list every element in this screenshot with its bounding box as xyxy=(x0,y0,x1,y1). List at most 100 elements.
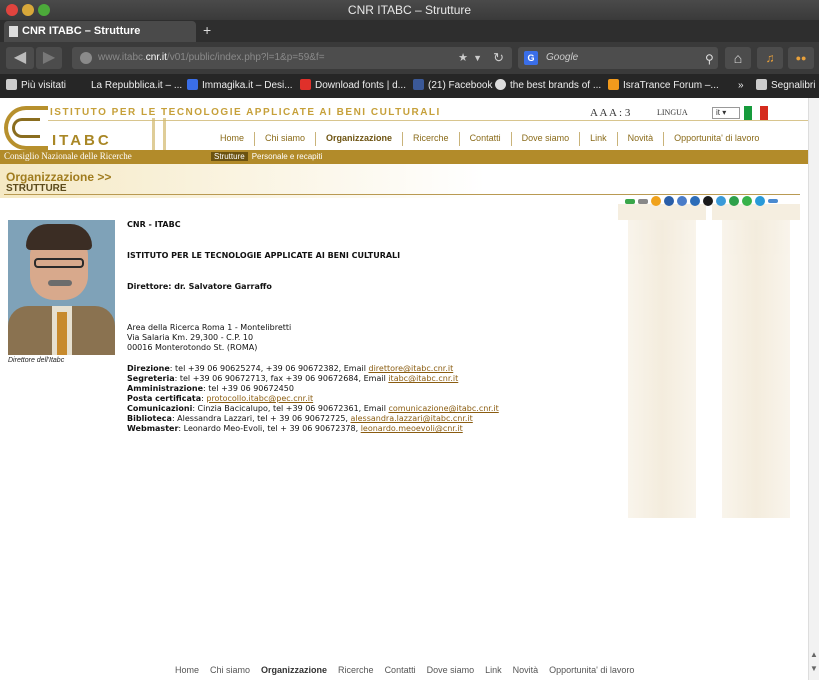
lingua-label: LINGUA xyxy=(657,108,688,117)
extension-button-2[interactable]: ●● xyxy=(788,47,814,69)
contact-segreteria: Segreteria: tel +39 06 90672713, fax +39… xyxy=(127,374,459,383)
extension-button[interactable]: ♫ xyxy=(757,47,783,69)
italian-flag-icon[interactable] xyxy=(744,106,768,120)
language-select[interactable]: it ▾ xyxy=(712,107,740,119)
star-icon[interactable] xyxy=(651,196,661,206)
subnav-personale[interactable]: Personale e recapiti xyxy=(252,152,323,161)
site-header: ITABC ISTITUTO PER LE TECNOLOGIE APPLICA… xyxy=(0,98,808,164)
url-path: /v01/public/index.php?l=1&p=59&f= xyxy=(166,52,325,63)
photo-caption: Direttore dell'Itabc xyxy=(8,357,65,364)
back-button[interactable]: ◀ xyxy=(6,47,34,69)
contact-webmaster: Webmaster: Leonardo Meo-Evoli, tel + 39 … xyxy=(127,424,463,433)
footer-contatti[interactable]: Contatti xyxy=(385,665,416,675)
close-window-button[interactable] xyxy=(6,4,18,16)
stumble-icon[interactable] xyxy=(729,196,739,206)
column-icon xyxy=(152,118,166,152)
logo-text: ITABC xyxy=(52,132,112,149)
bookmark-segnalibri[interactable]: Segnalibri xyxy=(756,74,815,98)
search-bar[interactable]: G Google xyxy=(518,47,718,69)
zoom-window-button[interactable] xyxy=(38,4,50,16)
email-link-direttore[interactable]: direttore@itabc.cnr.it xyxy=(369,364,454,373)
main-navigation: Home Chi siamo Organizzazione Ricerche C… xyxy=(210,132,769,146)
email-link-comunicazione[interactable]: comunicazione@itabc.cnr.it xyxy=(388,404,498,413)
vertical-scrollbar[interactable]: ▲ ▼ xyxy=(808,98,819,680)
window-titlebar: CNR ITABC – Strutture xyxy=(0,0,819,20)
address-line: Area della Ricerca Roma 1 - Montelibrett… xyxy=(127,323,292,332)
digg-icon[interactable] xyxy=(677,196,687,206)
address-line: Via Salaria Km. 29,300 - C.P. 10 xyxy=(127,333,254,342)
share-icon[interactable] xyxy=(625,199,635,204)
footer-opportunita[interactable]: Opportunita' di lavoro xyxy=(549,665,634,675)
scroll-down-icon[interactable]: ▼ xyxy=(809,664,819,674)
bookmark-immagika[interactable]: Immagika.it – Desi... xyxy=(187,74,293,98)
nav-link[interactable]: Link xyxy=(580,132,618,146)
extension-icon: ♫ xyxy=(765,51,775,65)
bookmark-repubblica[interactable]: La Repubblica.it – ... xyxy=(91,74,182,98)
footer-dove-siamo[interactable]: Dove siamo xyxy=(427,665,475,675)
nav-novita[interactable]: Novità xyxy=(618,132,665,146)
email-link-webmaster[interactable]: leonardo.meoevoli@cnr.it xyxy=(361,424,463,433)
address-line: 00016 Monterotondo St. (ROMA) xyxy=(127,343,258,352)
scroll-up-icon[interactable]: ▲ xyxy=(809,650,819,660)
isratrance-icon xyxy=(608,79,619,90)
email-link-itabc[interactable]: itabc@itabc.cnr.it xyxy=(388,374,458,383)
globe-icon xyxy=(495,79,506,90)
email-link-biblioteca[interactable]: alessandra.lazzari@itabc.cnr.it xyxy=(351,414,473,423)
delicious-icon[interactable] xyxy=(664,196,674,206)
footer-novita[interactable]: Novità xyxy=(513,665,539,675)
bookmark-isratrance[interactable]: IsraTrance Forum –... xyxy=(608,74,719,98)
footer-organizzazione[interactable]: Organizzazione xyxy=(261,665,327,675)
email-icon[interactable] xyxy=(638,199,648,204)
nav-home[interactable]: Home xyxy=(210,132,256,146)
nav-contatti[interactable]: Contatti xyxy=(460,132,512,146)
subnav-strutture[interactable]: Strutture xyxy=(211,152,248,161)
nav-organizzazione[interactable]: Organizzazione xyxy=(316,132,404,146)
contact-direzione: Direzione: tel +39 06 90625274, +39 06 9… xyxy=(127,364,454,373)
footer-ricerche[interactable]: Ricerche xyxy=(338,665,374,675)
home-button[interactable]: ⌂ xyxy=(725,47,751,69)
reload-icon[interactable]: ↻ xyxy=(493,47,504,69)
tab-active[interactable]: CNR ITABC – Strutture xyxy=(4,21,196,42)
url-bar[interactable]: www.itabc.cnr.it/v01/public/index.php?l=… xyxy=(72,47,512,69)
myspace-icon[interactable] xyxy=(703,196,713,206)
bookmarks-overflow-chevron[interactable]: » xyxy=(738,74,744,98)
live-icon[interactable] xyxy=(755,196,765,206)
twitter-icon[interactable] xyxy=(716,196,726,206)
forward-button[interactable]: ▶ xyxy=(36,47,62,69)
more-share-icon[interactable] xyxy=(768,199,778,203)
director-photo xyxy=(8,220,115,355)
contact-biblioteca: Biblioteca: Alessandra Lazzari, tel + 39… xyxy=(127,414,473,423)
footer-link[interactable]: Link xyxy=(485,665,502,675)
google-share-icon[interactable] xyxy=(742,196,752,206)
nav-ricerche[interactable]: Ricerche xyxy=(403,132,460,146)
footer-chi-siamo[interactable]: Chi siamo xyxy=(210,665,250,675)
minimize-window-button[interactable] xyxy=(22,4,34,16)
dropdown-arrow-icon[interactable]: ▼ xyxy=(473,47,482,69)
bookmark-download-fonts[interactable]: Download fonts | d... xyxy=(300,74,406,98)
text-size-control[interactable]: A A A : 3 xyxy=(590,107,630,119)
tab-label: CNR ITABC – Strutture xyxy=(22,25,141,37)
arrow-left-icon: ◀ xyxy=(13,49,27,66)
search-icon[interactable]: ⚲ xyxy=(705,52,714,66)
itabc-logo-inner xyxy=(12,118,40,138)
breadcrumb: Organizzazione >> STRUTTURE xyxy=(0,164,808,198)
fonts-icon xyxy=(300,79,311,90)
facebook-share-icon[interactable] xyxy=(690,196,700,206)
bookmarks-icon xyxy=(756,79,767,90)
bookmark-star-icon[interactable]: ★ xyxy=(458,47,468,69)
new-tab-button[interactable]: + xyxy=(203,22,211,38)
google-icon[interactable]: G xyxy=(524,51,538,65)
email-link-pec[interactable]: protocollo.itabc@pec.cnr.it xyxy=(206,394,313,403)
bookmark-best-brands[interactable]: the best brands of ... xyxy=(495,74,601,98)
nav-dove-siamo[interactable]: Dove siamo xyxy=(512,132,581,146)
navigation-toolbar: ◀ ▶ www.itabc.cnr.it/v01/public/index.ph… xyxy=(0,42,819,74)
bookmark-piu-visitati[interactable]: Più visitati xyxy=(6,74,66,98)
bookmark-facebook[interactable]: (21) Facebook xyxy=(413,74,492,98)
url-host: cnr.it xyxy=(145,52,167,63)
footer-home[interactable]: Home xyxy=(175,665,199,675)
nav-opportunita[interactable]: Opportunita' di lavoro xyxy=(664,132,769,146)
contact-amministrazione: Amministrazione: tel +39 06 90672450 xyxy=(127,384,294,393)
director-name: Direttore: dr. Salvatore Garraffo xyxy=(127,282,272,291)
page-icon xyxy=(9,26,18,37)
nav-chi-siamo[interactable]: Chi siamo xyxy=(255,132,317,146)
